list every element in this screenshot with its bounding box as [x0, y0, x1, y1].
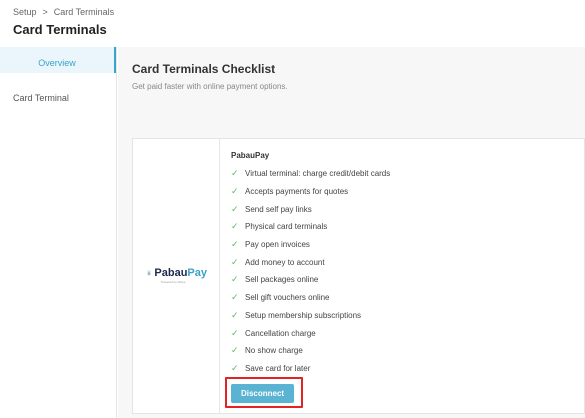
logo-text: PabauPay: [154, 267, 207, 279]
check-icon: ✓: [231, 309, 239, 320]
feature-item: ✓ Pay open invoices: [231, 236, 390, 254]
feature-label: Save card for later: [245, 363, 311, 373]
provider-details: PabauPay ✓ Virtual terminal: charge credi…: [231, 151, 390, 377]
check-icon: ✓: [231, 186, 239, 197]
pabaupay-logo-icon: [147, 270, 151, 276]
feature-label: Virtual terminal: charge credit/debit ca…: [245, 169, 391, 179]
feature-label: Sell gift vouchers online: [245, 293, 330, 303]
feature-item: ✓ Setup membership subscriptions: [231, 307, 390, 325]
section-subtitle: Get paid faster with online payment opti…: [132, 82, 288, 91]
page-title: Card Terminals: [13, 22, 107, 37]
provider-name: PabauPay: [231, 151, 270, 160]
feature-label: Add money to account: [245, 257, 325, 267]
feature-label: Setup membership subscriptions: [245, 310, 362, 320]
feature-item: ✓ Virtual terminal: charge credit/debit c…: [231, 165, 390, 183]
check-icon: ✓: [231, 362, 239, 373]
check-icon: ✓: [231, 327, 239, 338]
feature-label: No show charge: [245, 346, 303, 356]
sidebar-item-card-terminal[interactable]: Card Terminal: [0, 73, 116, 103]
feature-item: ✓ No show charge: [231, 342, 390, 360]
check-icon: ✓: [231, 168, 239, 179]
disconnect-button[interactable]: Disconnect: [231, 384, 294, 403]
breadcrumb-separator: >: [42, 7, 48, 17]
check-icon: ✓: [231, 256, 239, 267]
sidebar-item-overview[interactable]: Overview: [0, 47, 116, 73]
provider-card: PabauPay Powered by Stripe PabauPay ✓ Vir…: [132, 138, 585, 414]
feature-item: ✓ Physical card terminals: [231, 218, 390, 236]
check-icon: ✓: [231, 345, 239, 356]
feature-label: Accepts payments for quotes: [245, 187, 349, 197]
feature-item: ✓ Accepts payments for quotes: [231, 183, 390, 201]
feature-label: Sell packages online: [245, 275, 319, 285]
feature-item: ✓ Add money to account: [231, 253, 390, 271]
feature-item: ✓ Sell gift vouchers online: [231, 289, 390, 307]
feature-item: ✓ Save card for later: [231, 360, 390, 378]
logo-column: PabauPay Powered by Stripe: [133, 139, 220, 413]
feature-label: Pay open invoices: [245, 240, 310, 250]
breadcrumb-current: Card Terminals: [53, 7, 115, 17]
feature-label: Send self pay links: [245, 204, 312, 214]
feature-item: ✓ Sell packages online: [231, 271, 390, 289]
feature-label: Cancellation charge: [245, 328, 316, 338]
logo-tagline: Powered by Stripe: [161, 280, 186, 284]
check-icon: ✓: [231, 274, 239, 285]
breadcrumb-setup-link[interactable]: Setup: [13, 7, 37, 17]
feature-item: ✓ Send self pay links: [231, 200, 390, 218]
pabaupay-logo: PabauPay Powered by Stripe: [147, 267, 207, 284]
check-icon: ✓: [231, 292, 239, 303]
check-icon: ✓: [231, 239, 239, 250]
check-icon: ✓: [231, 203, 239, 214]
sidebar: Overview Card Terminal: [0, 47, 117, 418]
feature-list: ✓ Virtual terminal: charge credit/debit c…: [231, 165, 390, 377]
feature-item: ✓ Cancellation charge: [231, 324, 390, 342]
section-header: [118, 47, 585, 113]
feature-label: Physical card terminals: [245, 222, 328, 232]
check-icon: ✓: [231, 221, 239, 232]
section-title: Card Terminals Checklist: [132, 62, 276, 76]
breadcrumb: Setup > Card Terminals: [13, 7, 114, 17]
